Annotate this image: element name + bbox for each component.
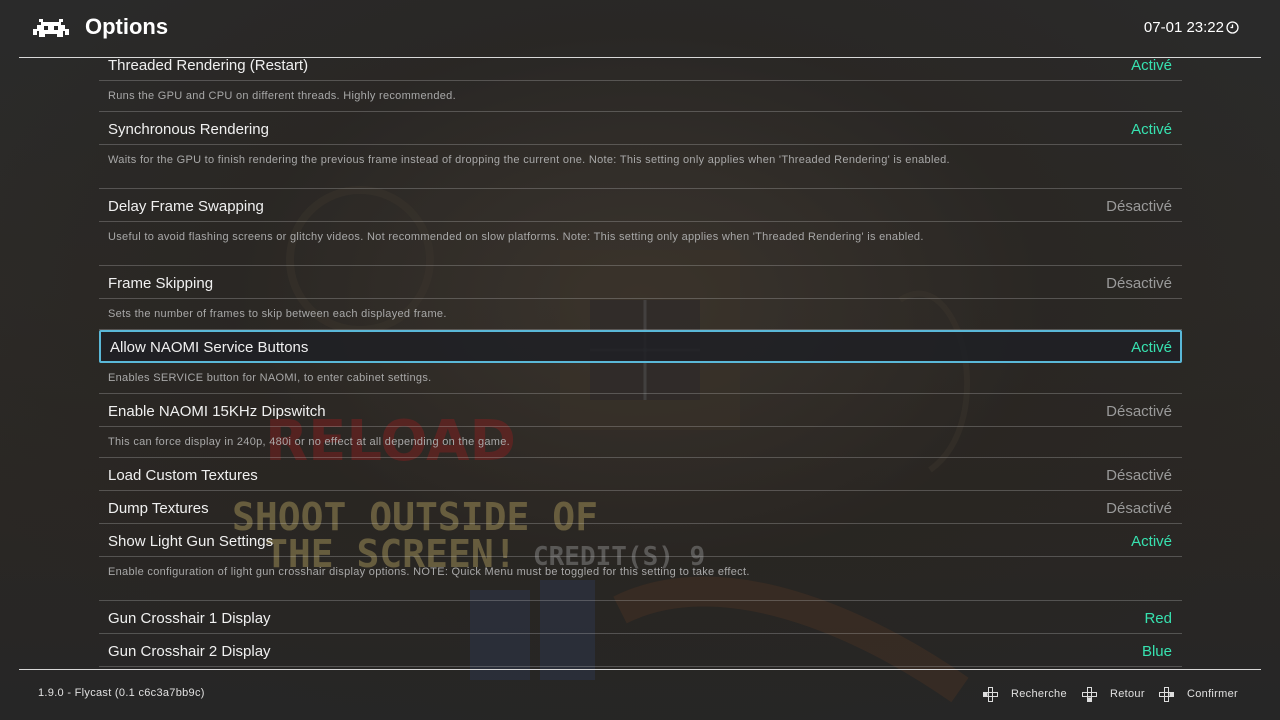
setting-label: Synchronous Rendering — [108, 121, 269, 138]
back-button[interactable]: Retour — [1110, 688, 1145, 700]
footer-divider — [19, 669, 1261, 670]
setting-value[interactable]: Désactivé — [1106, 403, 1172, 420]
setting-row[interactable]: Threaded Rendering (Restart) Activé — [99, 58, 1182, 81]
setting-description: Sets the number of frames to skip betwee… — [108, 308, 447, 320]
setting-description-row: Runs the GPU and CPU on different thread… — [99, 81, 1182, 112]
setting-label: Enable NAOMI 15KHz Dipswitch — [108, 403, 326, 420]
setting-label: Show Light Gun Settings — [108, 533, 274, 550]
setting-row[interactable]: Load Custom Textures Désactivé — [99, 458, 1182, 491]
setting-description: Useful to avoid flashing screens or glit… — [108, 231, 924, 243]
setting-value[interactable]: Activé — [1131, 533, 1172, 550]
setting-label: Allow NAOMI Service Buttons — [110, 339, 309, 356]
dpad-icon — [1159, 687, 1174, 702]
setting-value[interactable]: Désactivé — [1106, 198, 1172, 215]
setting-value[interactable]: Activé — [1131, 58, 1172, 74]
version-text: 1.9.0 - Flycast (0.1 c6c3a7bb9c) — [38, 687, 205, 699]
setting-row[interactable]: Show Light Gun Settings Activé — [99, 524, 1182, 557]
setting-row[interactable]: Frame Skipping Désactivé — [99, 266, 1182, 299]
setting-description: Enable configuration of light gun crossh… — [108, 566, 750, 578]
setting-description: Runs the GPU and CPU on different thread… — [108, 90, 456, 102]
setting-description: Enables SERVICE button for NAOMI, to ent… — [108, 372, 432, 384]
setting-value[interactable]: Activé — [1131, 339, 1172, 356]
setting-label: Dump Textures — [108, 500, 209, 517]
dpad-icon — [1082, 687, 1097, 702]
setting-description-row: Enable configuration of light gun crossh… — [99, 557, 1182, 601]
setting-label: Threaded Rendering (Restart) — [108, 58, 309, 74]
setting-row[interactable]: Gun Crosshair 1 Display Red — [99, 601, 1182, 634]
setting-label: Delay Frame Swapping — [108, 198, 264, 215]
setting-value[interactable]: Désactivé — [1106, 500, 1172, 517]
setting-description-row: This can force display in 240p, 480i or … — [99, 427, 1182, 458]
setting-description-row: Useful to avoid flashing screens or glit… — [99, 222, 1182, 266]
setting-value[interactable]: Activé — [1131, 121, 1172, 138]
clock-text: 07-01 23:22 — [1143, 19, 1224, 36]
setting-row[interactable]: Delay Frame Swapping Désactivé — [99, 189, 1182, 222]
setting-row[interactable]: Gun Crosshair 2 Display Blue — [99, 634, 1182, 667]
search-button[interactable]: Recherche — [1011, 688, 1067, 700]
page-title: Options — [85, 14, 169, 39]
confirm-button[interactable]: Confirmer — [1187, 688, 1238, 700]
setting-row[interactable]: Enable NAOMI 15KHz Dipswitch Désactivé — [99, 394, 1182, 427]
settings-list[interactable]: Threaded Rendering (Restart) Activé Runs t… — [99, 58, 1182, 669]
setting-value[interactable]: Red — [1144, 610, 1172, 627]
retroarch-invader-icon — [33, 19, 69, 37]
setting-description-row: Waits for the GPU to finish rendering th… — [99, 145, 1182, 189]
setting-description-row: Enables SERVICE button for NAOMI, to ent… — [99, 363, 1182, 394]
setting-description: This can force display in 240p, 480i or … — [108, 436, 511, 448]
setting-row[interactable]: Allow NAOMI Service Buttons Activé — [99, 330, 1182, 363]
setting-row[interactable]: Dump Textures Désactivé — [99, 491, 1182, 524]
setting-label: Frame Skipping — [108, 275, 214, 292]
dpad-icon — [983, 687, 998, 702]
setting-description: Waits for the GPU to finish rendering th… — [108, 154, 950, 166]
setting-label: Gun Crosshair 1 Display — [108, 610, 271, 627]
setting-label: Gun Crosshair 2 Display — [108, 643, 271, 660]
setting-row[interactable]: Synchronous Rendering Activé — [99, 112, 1182, 145]
setting-description-row: Sets the number of frames to skip betwee… — [99, 299, 1182, 330]
setting-label: Load Custom Textures — [108, 467, 258, 484]
setting-value[interactable]: Désactivé — [1106, 467, 1172, 484]
setting-value[interactable]: Désactivé — [1106, 275, 1172, 292]
header-bar: Options 07-01 23:22 — [0, 0, 1280, 57]
clock-icon — [1226, 21, 1239, 34]
setting-value[interactable]: Blue — [1142, 643, 1172, 660]
